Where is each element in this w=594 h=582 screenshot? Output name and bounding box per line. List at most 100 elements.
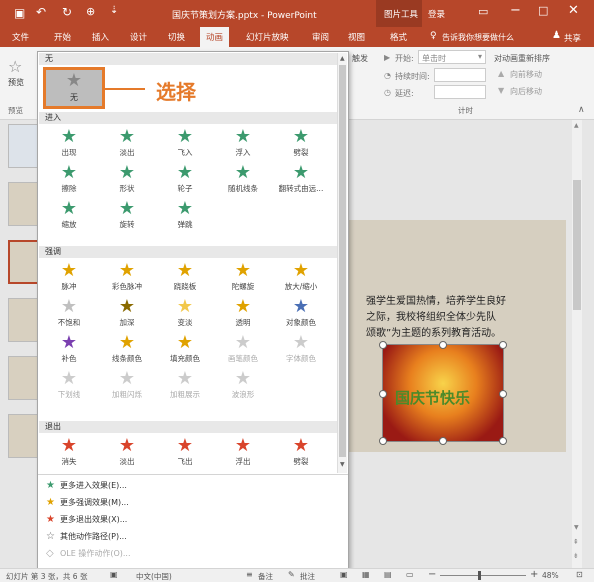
exit-effect[interactable]: ★ 劈裂 xyxy=(276,436,326,468)
spellcheck-icon[interactable]: ▣ xyxy=(110,570,118,579)
exit-effect[interactable]: ★ 浮出 xyxy=(218,436,268,468)
exit-effect[interactable]: ★ 淡出 xyxy=(102,436,152,468)
zoom-level[interactable]: 48% xyxy=(542,571,559,580)
entrance-effect[interactable]: ★ 弹跳 xyxy=(160,199,210,231)
duration-field[interactable] xyxy=(434,68,486,82)
entrance-effect[interactable]: ★ 轮子 xyxy=(160,163,210,195)
tab-transitions[interactable]: 切换 xyxy=(168,31,185,43)
tab-view[interactable]: 视图 xyxy=(348,31,365,43)
emphasis-effect[interactable]: ★ 线条颜色 xyxy=(102,333,152,365)
resize-handle[interactable] xyxy=(439,341,447,349)
emphasis-effect[interactable]: ★ 放大/缩小 xyxy=(276,261,326,293)
entrance-effect[interactable]: ★ 形状 xyxy=(102,163,152,195)
gallery-scrollbar[interactable]: ▲ ▼ xyxy=(337,53,347,473)
zoom-out-icon[interactable]: − xyxy=(428,569,436,580)
emphasis-effect[interactable]: ★ 填充颜色 xyxy=(160,333,210,365)
move-later-button[interactable]: 向后移动 xyxy=(510,86,542,97)
language-status[interactable]: 中文(中国) xyxy=(136,571,172,582)
entrance-effect[interactable]: ★ 随机线条 xyxy=(218,163,268,195)
emphasis-effect[interactable]: ★ 加粗闪烁 xyxy=(102,369,152,401)
emphasis-effect[interactable]: ★ 字体颜色 xyxy=(276,333,326,365)
save-icon[interactable]: ▣ xyxy=(14,6,25,20)
tab-animations[interactable]: 动画 xyxy=(200,27,230,47)
reading-view-icon[interactable]: ▤ xyxy=(384,570,392,579)
close-icon[interactable]: ✕ xyxy=(568,3,579,18)
more-effects-item[interactable]: ★ 更多退出效果(X)... xyxy=(46,514,127,525)
slideshow-view-icon[interactable]: ▭ xyxy=(406,570,414,579)
entrance-effect[interactable]: ★ 飞入 xyxy=(160,127,210,159)
scroll-down-icon[interactable]: ▼ xyxy=(574,524,579,531)
resize-handle[interactable] xyxy=(499,437,507,445)
resize-handle[interactable] xyxy=(499,390,507,398)
slide-thumbnail[interactable] xyxy=(8,414,40,458)
share-button[interactable]: 共享 xyxy=(564,32,581,44)
quick-access-icon[interactable]: ⊕ xyxy=(86,5,95,18)
emphasis-effect[interactable]: ★ 下划线 xyxy=(44,369,94,401)
resize-handle[interactable] xyxy=(379,341,387,349)
exit-effect[interactable]: ★ 飞出 xyxy=(160,436,210,468)
emphasis-effect[interactable]: ★ 透明 xyxy=(218,297,268,329)
collapse-ribbon-icon[interactable]: ∧ xyxy=(578,105,585,115)
tab-format[interactable]: 格式 xyxy=(390,31,407,43)
ribbon-options-icon[interactable]: ▭ xyxy=(478,5,488,18)
customize-icon[interactable]: ⇣ xyxy=(110,5,118,16)
previous-slide-icon[interactable]: ⇞ xyxy=(573,538,579,546)
zoom-slider[interactable] xyxy=(440,571,526,580)
minimize-icon[interactable]: − xyxy=(510,3,521,18)
emphasis-effect[interactable]: ★ 变淡 xyxy=(160,297,210,329)
tab-slideshow[interactable]: 幻灯片放映 xyxy=(246,31,289,43)
start-select[interactable]: 单击时 ▾ xyxy=(418,50,486,64)
entrance-effect[interactable]: ★ 缩放 xyxy=(44,199,94,231)
none-effect-button[interactable]: ★ 无 xyxy=(43,67,105,109)
tab-review[interactable]: 审阅 xyxy=(312,31,329,43)
more-effects-item[interactable]: ★ 更多强调效果(M)... xyxy=(46,497,129,508)
entrance-effect[interactable]: ★ 翻转式由远... xyxy=(276,163,326,195)
trigger-label[interactable]: 触发 xyxy=(352,53,368,64)
slide-thumbnail[interactable] xyxy=(8,124,40,168)
emphasis-effect[interactable]: ★ 跷跷板 xyxy=(160,261,210,293)
resize-handle[interactable] xyxy=(439,437,447,445)
more-effects-item[interactable]: ◇ OLE 操作动作(O)... xyxy=(46,548,131,559)
emphasis-effect[interactable]: ★ 脉冲 xyxy=(44,261,94,293)
slide-thumbnail[interactable] xyxy=(8,298,40,342)
emphasis-effect[interactable]: ★ 陀螺旋 xyxy=(218,261,268,293)
zoom-in-icon[interactable]: + xyxy=(530,569,538,580)
vertical-scrollbar[interactable]: ▲ ▼ ⇞ ⇟ xyxy=(572,120,582,568)
entrance-effect[interactable]: ★ 出现 xyxy=(44,127,94,159)
slide-thumbnail[interactable] xyxy=(8,356,40,400)
delay-field[interactable] xyxy=(434,85,486,99)
login-link[interactable]: 登录 xyxy=(428,8,445,20)
more-effects-item[interactable]: ★ 更多进入效果(E)... xyxy=(46,480,127,491)
share-icon[interactable]: ♟ xyxy=(552,30,561,41)
emphasis-effect[interactable]: ★ 不饱和 xyxy=(44,297,94,329)
gallery-scroll-thumb[interactable] xyxy=(339,65,346,457)
emphasis-effect[interactable]: ★ 画笔颜色 xyxy=(218,333,268,365)
emphasis-effect[interactable]: ★ 彩色脉冲 xyxy=(102,261,152,293)
scroll-down-icon[interactable]: ▼ xyxy=(340,461,345,468)
scroll-thumb[interactable] xyxy=(573,180,581,310)
emphasis-effect[interactable]: ★ 加深 xyxy=(102,297,152,329)
tab-file[interactable]: 文件 xyxy=(12,31,29,43)
comments-button[interactable]: 批注 xyxy=(300,571,315,582)
slide-thumbnail[interactable] xyxy=(8,182,40,226)
tab-design[interactable]: 设计 xyxy=(130,31,147,43)
tab-home[interactable]: 开始 xyxy=(54,31,71,43)
emphasis-effect[interactable]: ★ 加粗展示 xyxy=(160,369,210,401)
resize-handle[interactable] xyxy=(379,437,387,445)
selected-picture[interactable]: 国庆节快乐 xyxy=(379,341,507,445)
undo-icon[interactable]: ↶ xyxy=(36,5,46,19)
sorter-view-icon[interactable]: ▦ xyxy=(362,570,370,579)
entrance-effect[interactable]: ★ 旋转 xyxy=(102,199,152,231)
entrance-effect[interactable]: ★ 擦除 xyxy=(44,163,94,195)
entrance-effect[interactable]: ★ 淡出 xyxy=(102,127,152,159)
resize-handle[interactable] xyxy=(379,390,387,398)
move-earlier-button[interactable]: 向前移动 xyxy=(510,69,542,80)
slide-thumbnail-selected[interactable] xyxy=(8,240,40,284)
scroll-up-icon[interactable]: ▲ xyxy=(574,122,579,129)
emphasis-effect[interactable]: ★ 波浪形 xyxy=(218,369,268,401)
scroll-up-icon[interactable]: ▲ xyxy=(340,55,345,62)
fit-slide-icon[interactable]: ⊡ xyxy=(576,570,583,579)
redo-icon[interactable]: ↻ xyxy=(62,5,72,19)
notes-button[interactable]: 备注 xyxy=(258,571,273,582)
normal-view-icon[interactable]: ▣ xyxy=(340,570,348,579)
